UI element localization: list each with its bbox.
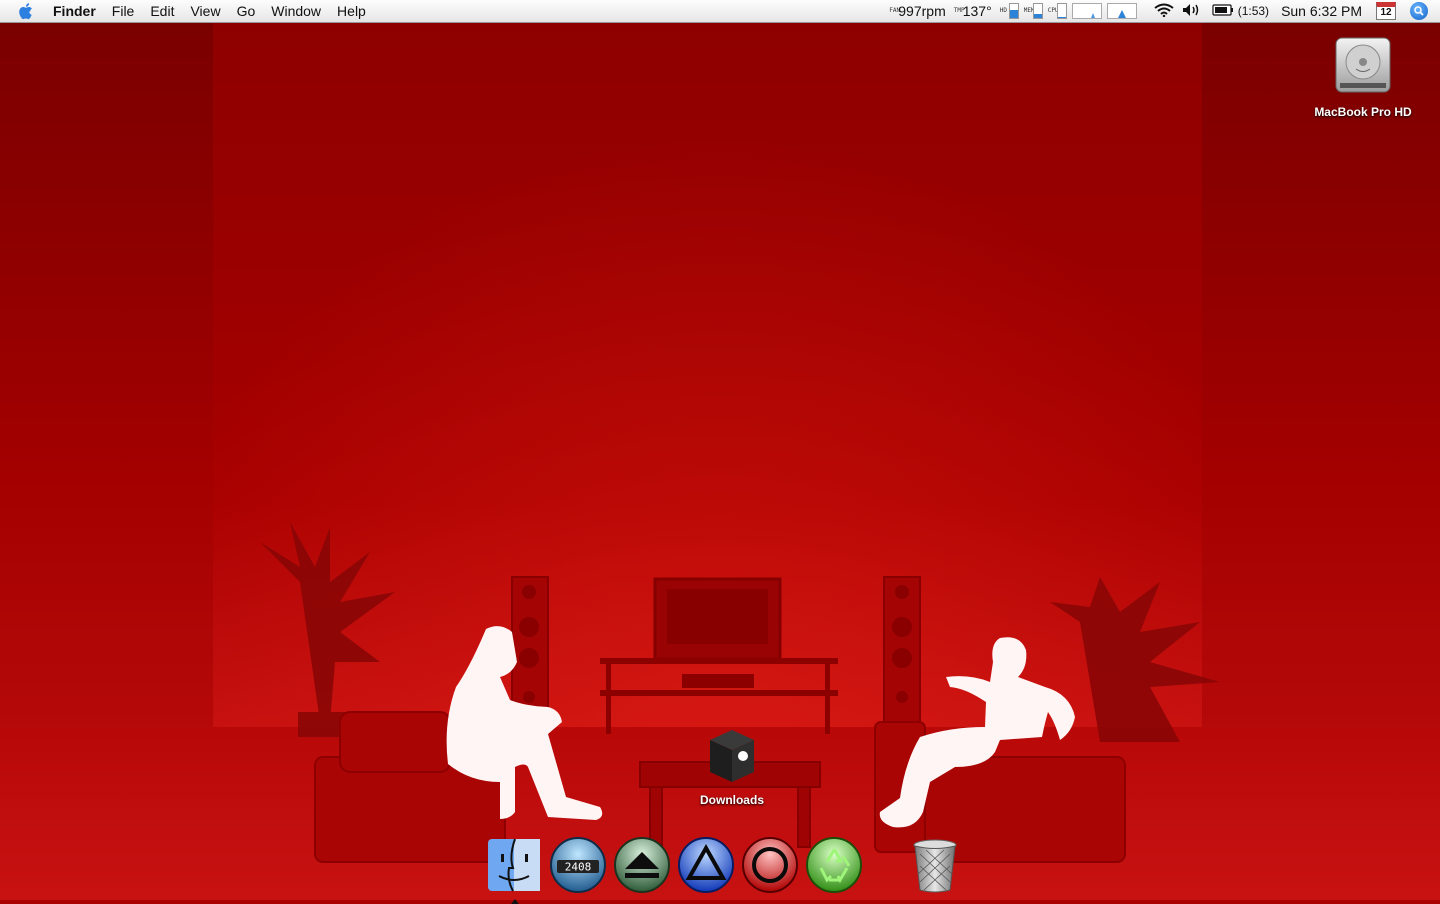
desktop[interactable]: MacBook Pro HD Downloads [0,22,1440,900]
speaker-right [883,576,921,733]
cpu-label: CPU [1047,7,1059,14]
tv [600,577,838,734]
temperature[interactable]: 137° [963,3,992,19]
menu-extras: FAN 997rpm TMP 137° HD MEM CPU (1:53) Su… [889,0,1440,22]
spotlight-icon[interactable] [1410,2,1428,20]
wifi-icon[interactable] [1154,3,1174,20]
cpu-meter[interactable] [1056,3,1067,19]
apple-menu-icon[interactable] [17,1,37,21]
menu-go[interactable]: Go [229,0,264,22]
dock-item-triangle[interactable] [677,836,735,894]
eject-orb-icon [614,837,670,893]
icon-label: MacBook Pro HD [1314,105,1412,119]
counter-digits: 2408 [565,861,592,874]
counter-orb-icon: 2408 [550,837,606,893]
plant-right [1050,577,1220,742]
hd-meter[interactable] [1008,3,1019,19]
dock-item-record[interactable] [741,836,799,894]
fan-speed[interactable]: 997rpm [898,3,945,19]
dock-item-trash[interactable] [906,836,964,894]
volume-icon[interactable] [1182,3,1202,20]
icon-label: Downloads [699,793,764,807]
menu-app-name[interactable]: Finder [47,0,104,22]
hard-drive-icon [1335,37,1391,93]
hd-label: HD [999,7,1007,14]
recycle-orb-icon [806,837,862,893]
trash-icon [913,839,957,893]
triangle-orb-icon [678,837,734,893]
menu-edit[interactable]: Edit [142,0,182,22]
network-graph-icon[interactable] [1071,3,1102,19]
dock-item-finder[interactable] [485,836,543,904]
battery-time[interactable]: (1:53) [1238,4,1269,18]
menu-help[interactable]: Help [329,0,374,22]
mem-meter[interactable] [1032,3,1043,19]
temp-label: TMP [953,7,965,14]
finder-icon [488,838,540,892]
menu-view[interactable]: View [182,0,228,22]
menu-bar: Finder File Edit View Go Window Help FAN… [0,0,1440,23]
desktop-icon-hard-drive[interactable]: MacBook Pro HD [1300,34,1426,119]
calendar-icon[interactable]: 12 [1376,2,1396,20]
activity-graph-icon[interactable] [1106,3,1137,19]
fan-label: FAN [889,7,901,14]
menu-clock[interactable]: Sun 6:32 PM [1281,3,1362,19]
menu-file[interactable]: File [104,0,143,22]
battery-icon[interactable] [1212,3,1234,19]
dock: 2408 [482,830,967,904]
menu-window[interactable]: Window [263,0,329,22]
plant-left [260,522,395,737]
desktop-icon-downloads[interactable]: Downloads [682,726,782,807]
dock-item-recycle[interactable] [805,836,863,894]
downloads-box-icon [710,730,754,782]
circle-orb-icon [742,837,798,893]
dock-item-eject[interactable] [613,836,671,894]
dock-item-counter[interactable]: 2408 [549,836,607,894]
mem-label: MEM [1023,7,1035,14]
